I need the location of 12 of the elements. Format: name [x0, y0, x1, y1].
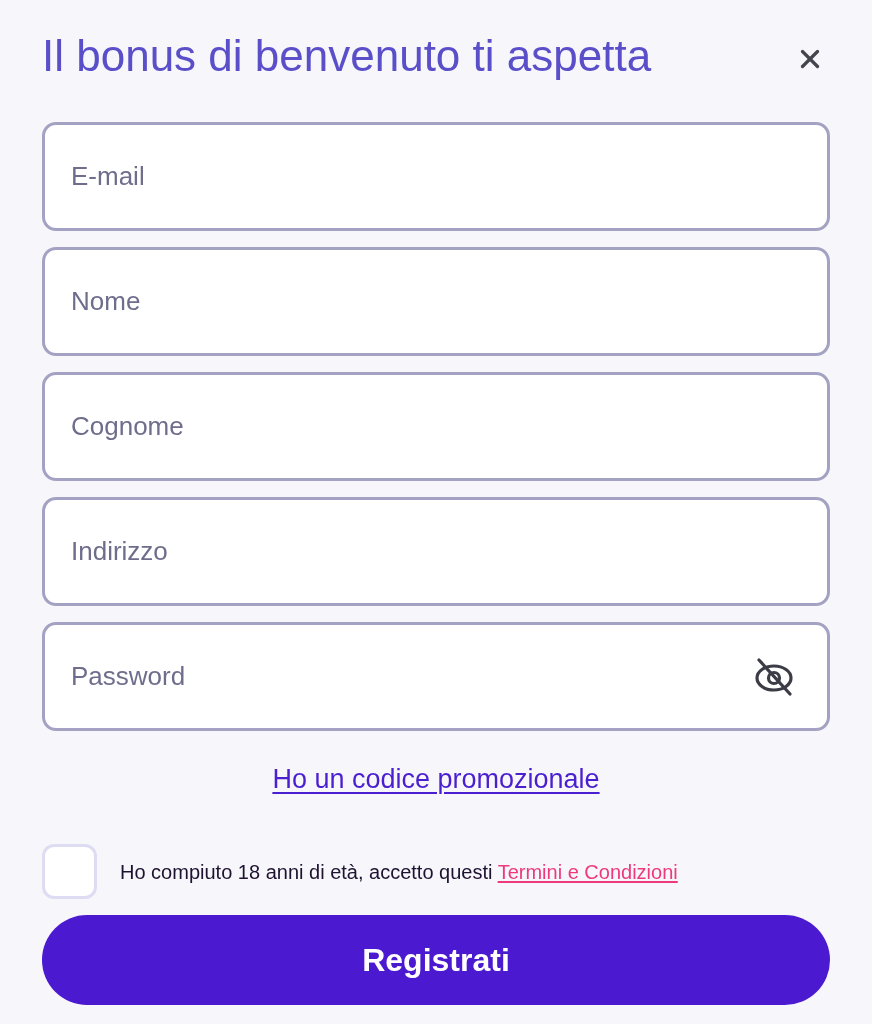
dialog-title: Il bonus di benvenuto ti aspetta — [42, 29, 652, 82]
terms-link[interactable]: Termini e Condizioni — [497, 860, 678, 883]
consent-checkbox[interactable] — [42, 844, 97, 899]
eye-slash-icon[interactable] — [754, 657, 794, 696]
input-field[interactable]: Indirizzo — [42, 497, 830, 606]
register-button[interactable]: Registrati — [42, 915, 830, 1005]
promo-code-link[interactable]: Ho un codice promozionale — [272, 761, 600, 797]
input-field[interactable]: E-mail — [42, 122, 830, 231]
password-field[interactable]: Password — [42, 622, 830, 731]
input-field[interactable]: Nome — [42, 247, 830, 356]
consent-text: Ho compiuto 18 anni di età, accetto questi Termini e Condizioni — [120, 859, 678, 885]
input-field[interactable]: Cognome — [42, 372, 830, 481]
